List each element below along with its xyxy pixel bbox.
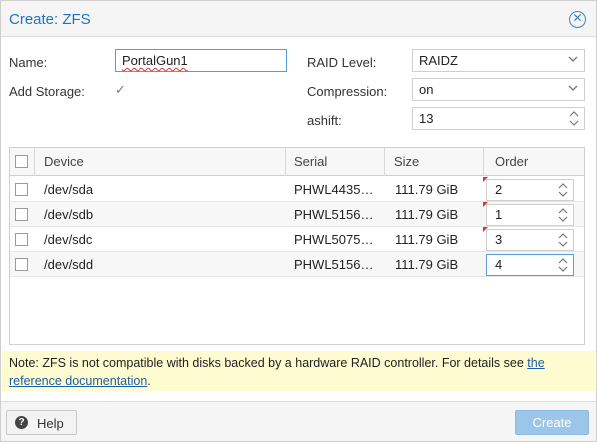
- create-button[interactable]: Create: [515, 410, 589, 435]
- zfs-hardware-raid-note: Note: ZFS is not compatible with disks b…: [2, 351, 595, 391]
- order-stepper[interactable]: 1: [486, 204, 574, 226]
- compression-label: Compression:: [307, 84, 388, 99]
- stepper-arrows-icon[interactable]: [558, 205, 568, 226]
- column-header-serial[interactable]: Serial: [294, 154, 327, 169]
- order-value: 4: [495, 257, 503, 272]
- create-zfs-dialog: Create: ZFS ✕ Name: PortalGun1 Add Stora…: [0, 0, 597, 442]
- serial-cell: PHWL5156…: [294, 257, 374, 272]
- size-cell: 111.79 GiB: [395, 232, 459, 247]
- stepper-arrows-icon[interactable]: [569, 108, 579, 129]
- help-button[interactable]: ? Help: [6, 410, 77, 435]
- device-cell: /dev/sdb: [44, 207, 94, 222]
- raid-level-value: RAIDZ: [419, 53, 458, 68]
- dialog-title: Create: ZFS: [9, 11, 91, 28]
- device-cell: /dev/sda: [44, 182, 94, 197]
- help-button-label: Help: [37, 416, 64, 431]
- chevron-down-icon: [568, 52, 578, 69]
- chevron-down-icon: [568, 81, 578, 98]
- order-stepper[interactable]: 4: [486, 254, 574, 276]
- column-divider: [483, 148, 484, 176]
- row-checkbox[interactable]: [15, 258, 28, 271]
- raid-level-label: RAID Level:: [307, 55, 377, 70]
- stepper-arrows-icon[interactable]: [558, 230, 568, 251]
- help-icon: ?: [15, 416, 28, 429]
- serial-cell: PHWL4435…: [294, 182, 374, 197]
- size-cell: 111.79 GiB: [395, 182, 459, 197]
- table-row[interactable]: /dev/sdc PHWL5075… 111.79 GiB 3: [10, 227, 584, 252]
- note-suffix: .: [147, 374, 151, 388]
- raid-level-select[interactable]: RAIDZ: [412, 49, 585, 72]
- name-input-value: PortalGun1: [122, 53, 188, 68]
- add-storage-label: Add Storage:: [9, 84, 85, 99]
- device-cell: /dev/sdc: [44, 232, 93, 247]
- column-divider: [34, 148, 35, 176]
- stepper-arrows-icon[interactable]: [558, 255, 568, 276]
- table-row[interactable]: /dev/sdd PHWL5156… 111.79 GiB 4: [10, 252, 584, 277]
- serial-cell: PHWL5156…: [294, 207, 374, 222]
- serial-cell: PHWL5075…: [294, 232, 374, 247]
- doc-link-reference[interactable]: reference documentation: [9, 374, 147, 388]
- column-header-order[interactable]: Order: [495, 154, 528, 169]
- name-input[interactable]: PortalGun1: [115, 49, 287, 72]
- close-icon[interactable]: ✕: [569, 11, 586, 28]
- compression-value: on: [419, 82, 434, 97]
- name-label: Name:: [9, 55, 48, 70]
- column-header-device[interactable]: Device: [44, 154, 84, 169]
- order-stepper[interactable]: 3: [486, 229, 574, 251]
- doc-link-the[interactable]: the: [527, 356, 544, 370]
- note-text: Note: ZFS is not compatible with disks b…: [9, 356, 528, 370]
- order-stepper[interactable]: 2: [486, 179, 574, 201]
- order-value: 3: [495, 232, 503, 247]
- order-value: 1: [495, 207, 503, 222]
- compression-select[interactable]: on: [412, 78, 585, 101]
- select-all-checkbox[interactable]: [15, 155, 28, 168]
- dialog-titlebar[interactable]: Create: ZFS ✕: [1, 1, 596, 37]
- stepper-arrows-icon[interactable]: [558, 180, 568, 201]
- ashift-label: ashift:: [307, 113, 342, 128]
- table-row[interactable]: /dev/sdb PHWL5156… 111.79 GiB 1: [10, 202, 584, 227]
- column-divider: [384, 148, 385, 176]
- ashift-value: 13: [419, 111, 434, 126]
- row-checkbox[interactable]: [15, 233, 28, 246]
- column-header-size[interactable]: Size: [394, 154, 419, 169]
- ashift-stepper[interactable]: 13: [412, 107, 585, 130]
- row-checkbox[interactable]: [15, 208, 28, 221]
- column-divider: [285, 148, 286, 176]
- add-storage-checkbox[interactable]: ✓: [115, 82, 126, 98]
- dialog-footer: ? Help Create: [1, 401, 596, 441]
- row-checkbox[interactable]: [15, 183, 28, 196]
- size-cell: 111.79 GiB: [395, 257, 459, 272]
- disk-grid: Device Serial Size Order /dev/sda PHWL44…: [9, 147, 585, 345]
- device-cell: /dev/sdd: [44, 257, 94, 272]
- grid-header: Device Serial Size Order: [10, 148, 584, 176]
- order-value: 2: [495, 182, 503, 197]
- table-row[interactable]: /dev/sda PHWL4435… 111.79 GiB 2: [10, 177, 584, 202]
- size-cell: 111.79 GiB: [395, 207, 459, 222]
